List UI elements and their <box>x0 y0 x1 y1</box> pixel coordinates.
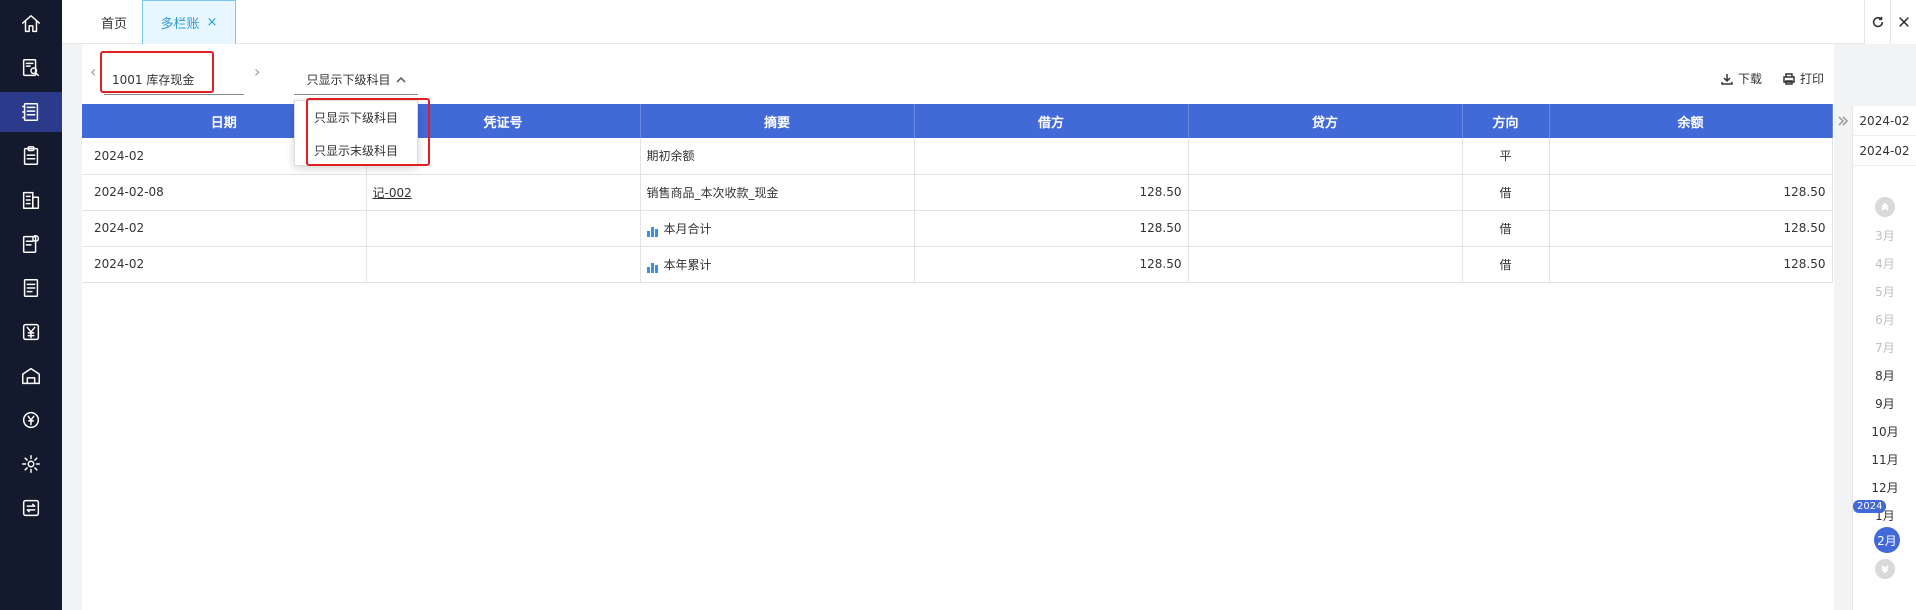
main-panel: ‹ 1001 库存现金 › 只显示下级科目 下载 打印 日期 凭证号 摘要 借方… <box>82 44 1834 610</box>
tab-active-label: 多栏账 <box>160 17 200 32</box>
clipboard-icon[interactable] <box>0 136 62 176</box>
cell-date: 2024-02 <box>82 210 367 247</box>
next-account-chevron-icon[interactable]: › <box>254 62 260 81</box>
tab-multi-column-ledger[interactable]: 多栏账 × <box>142 0 236 44</box>
summary-text: 本月合计 <box>663 221 712 236</box>
search-doc-icon[interactable] <box>0 48 62 88</box>
cell-credit <box>1188 174 1463 211</box>
print-label: 打印 <box>1800 72 1825 86</box>
currency-icon[interactable] <box>0 400 62 440</box>
cell-summary: 期初余额 <box>640 138 915 175</box>
table-row: 2024-02 本年累计 128.50 借 128.50 <box>82 246 1833 283</box>
scroll-up-icon[interactable] <box>1875 197 1895 217</box>
exchange-icon[interactable] <box>0 488 62 528</box>
header-summary[interactable]: 摘要 <box>640 104 915 138</box>
header-direction[interactable]: 方向 <box>1462 104 1550 138</box>
month-item[interactable]: 5月 <box>1853 283 1916 300</box>
report-icon[interactable] <box>0 268 62 308</box>
period-start[interactable]: 2024-02 <box>1853 106 1916 136</box>
download-icon <box>1721 73 1733 85</box>
cell-voucher <box>366 246 641 283</box>
month-item[interactable]: 9月 <box>1853 395 1916 412</box>
month-item[interactable]: 12月 <box>1853 479 1916 496</box>
cell-credit <box>1188 210 1463 247</box>
period-end[interactable]: 2024-02 <box>1853 136 1916 166</box>
month-item[interactable]: 8月 <box>1853 367 1916 384</box>
highlight-frame-dropdown <box>306 98 430 166</box>
highlight-frame-account <box>100 51 214 93</box>
month-item[interactable]: 11月 <box>1853 451 1916 468</box>
month-item[interactable]: 3月 <box>1853 227 1916 244</box>
bar-chart-icon[interactable] <box>646 223 659 237</box>
month-current[interactable]: 2月 <box>1874 527 1900 553</box>
doc-settings-icon[interactable] <box>0 224 62 264</box>
month-item[interactable]: 4月 <box>1853 255 1916 272</box>
close-window-icon[interactable] <box>1890 0 1916 44</box>
scroll-down-icon[interactable] <box>1875 559 1895 579</box>
download-label: 下载 <box>1738 72 1763 86</box>
voucher-link[interactable]: 记-002 <box>373 186 412 200</box>
cell-debit <box>914 138 1189 175</box>
double-chevron-right-icon[interactable] <box>1836 110 1850 132</box>
cell-debit: 128.50 <box>914 174 1189 211</box>
header-credit[interactable]: 贷方 <box>1188 104 1463 138</box>
ledger-icon[interactable] <box>0 92 62 132</box>
period-panel: 2024-02 2024-02 3月 4月 5月 6月 7月 8月 9月 10月… <box>1852 106 1916 610</box>
filter-select[interactable]: 只显示下级科目 <box>294 65 418 95</box>
cell-direction: 平 <box>1462 138 1550 175</box>
cell-voucher <box>366 210 641 247</box>
header-balance[interactable]: 余额 <box>1549 104 1833 138</box>
cell-date: 2024-02-08 <box>82 174 367 211</box>
cell-balance: 128.50 <box>1549 246 1833 283</box>
prev-account-chevron-icon[interactable]: ‹ <box>90 62 96 81</box>
close-icon[interactable]: × <box>207 15 218 30</box>
cell-balance: 128.50 <box>1549 174 1833 211</box>
year-badge: 2024 <box>1853 500 1887 513</box>
gear-icon[interactable] <box>0 444 62 484</box>
summary-text: 本年累计 <box>663 257 712 272</box>
left-nav-rail <box>0 0 62 610</box>
cell-balance <box>1549 138 1833 175</box>
cell-debit: 128.50 <box>914 246 1189 283</box>
table-row: 2024-02-08 记-002 销售商品_本次收款_现金 128.50 借 1… <box>82 174 1833 211</box>
cell-direction: 借 <box>1462 210 1550 247</box>
cell-date: 2024-02 <box>82 246 367 283</box>
tab-home-label: 首页 <box>100 16 127 32</box>
cell-balance: 128.50 <box>1549 210 1833 247</box>
chevron-up-icon <box>395 76 406 83</box>
cell-voucher: 记-002 <box>366 174 641 211</box>
tab-bar: 首页 多栏账 × <box>62 0 1916 44</box>
cell-credit <box>1188 138 1463 175</box>
month-item[interactable]: 7月 <box>1853 339 1916 356</box>
cell-summary: 销售商品_本次收款_现金 <box>640 174 915 211</box>
cell-direction: 借 <box>1462 246 1550 283</box>
printer-icon <box>1783 72 1795 85</box>
warehouse-icon[interactable] <box>0 356 62 396</box>
cell-debit: 128.50 <box>914 210 1189 247</box>
cell-credit <box>1188 246 1463 283</box>
yen-icon[interactable] <box>0 312 62 352</box>
cell-direction: 借 <box>1462 174 1550 211</box>
cell-summary: 本年累计 <box>640 246 915 283</box>
building-icon[interactable] <box>0 180 62 220</box>
tab-home[interactable]: 首页 <box>76 0 152 44</box>
month-item[interactable]: 6月 <box>1853 311 1916 328</box>
table-row: 2024-02 本月合计 128.50 借 128.50 <box>82 210 1833 247</box>
home-icon[interactable] <box>0 4 62 44</box>
download-button[interactable]: 下载 <box>1720 70 1762 87</box>
header-debit[interactable]: 借方 <box>914 104 1189 138</box>
bar-chart-icon[interactable] <box>646 259 659 273</box>
refresh-icon[interactable] <box>1864 0 1890 44</box>
filter-selected-value: 只显示下级科目 <box>306 73 391 87</box>
month-item[interactable]: 10月 <box>1853 423 1916 440</box>
cell-summary: 本月合计 <box>640 210 915 247</box>
print-button[interactable]: 打印 <box>1782 70 1824 87</box>
